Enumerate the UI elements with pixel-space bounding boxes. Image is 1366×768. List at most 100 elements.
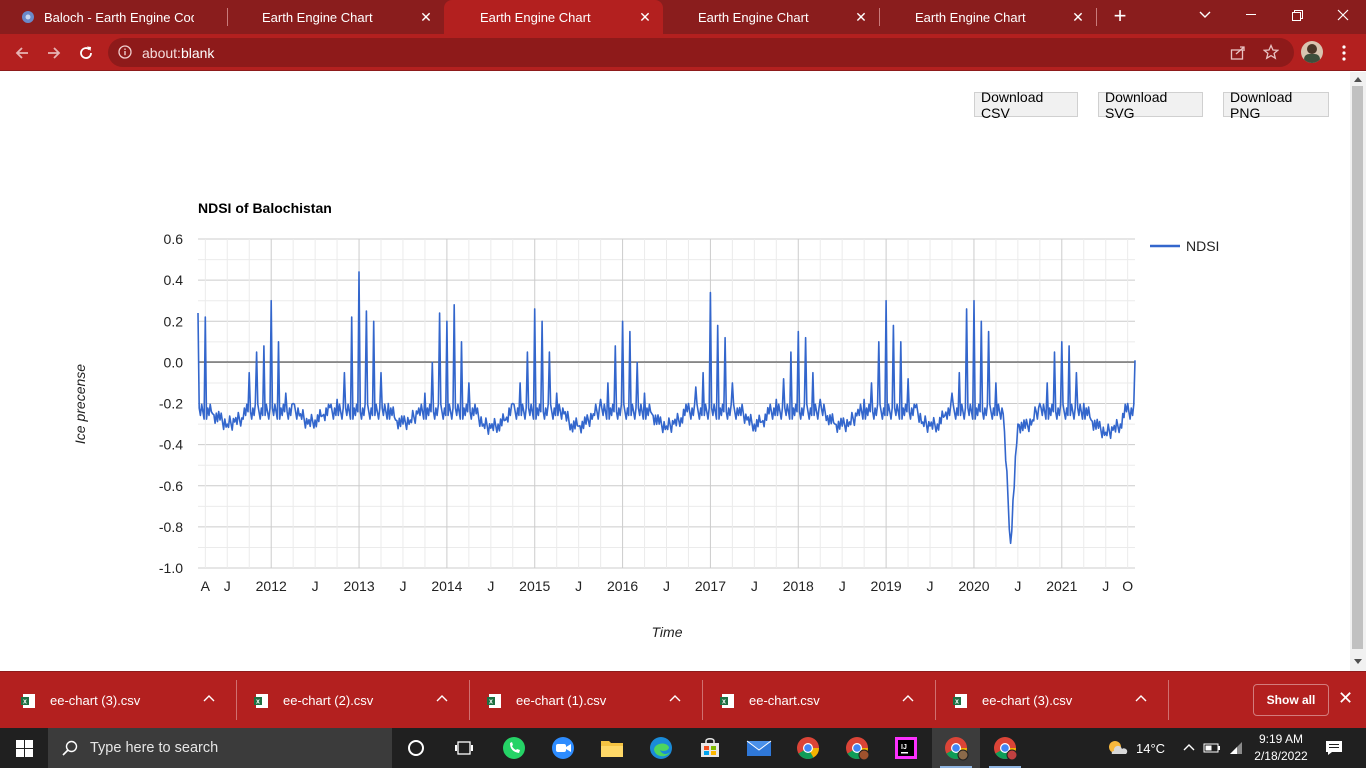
store-taskbar-icon[interactable] — [686, 728, 734, 768]
minimize-icon — [1246, 14, 1256, 15]
tab-title: Earth Engine Chart — [480, 9, 591, 25]
chrome-profile-taskbar-icon[interactable] — [833, 728, 881, 768]
avatar[interactable] — [1301, 41, 1323, 63]
start-button[interactable] — [0, 728, 48, 768]
taskbar-clock[interactable]: 9:19 AM 2/18/2022 — [1250, 731, 1312, 765]
close-window-button[interactable] — [1320, 0, 1366, 30]
download-filename: ee-chart (3).csv — [50, 693, 141, 708]
x-tick-label: 2020 — [958, 578, 989, 594]
x-tick-label: J — [751, 578, 758, 594]
y-tick-label: -0.2 — [159, 396, 183, 412]
menu-button[interactable] — [1334, 43, 1354, 63]
chevron-up-icon[interactable] — [203, 694, 215, 702]
download-item[interactable]: x ee-chart (3).csv — [0, 672, 233, 729]
excel-file-icon: x — [487, 693, 501, 708]
restore-button[interactable] — [1274, 0, 1320, 30]
file-explorer-taskbar-icon[interactable] — [588, 728, 636, 768]
battery-icon[interactable] — [1203, 740, 1221, 756]
close-tab-icon[interactable]: ✕ — [418, 9, 434, 25]
scroll-down-arrow-icon[interactable] — [1354, 659, 1362, 665]
y-tick-label: 0.6 — [164, 231, 184, 247]
x-tick-label: 2013 — [343, 578, 374, 594]
x-tick-label: 2015 — [519, 578, 550, 594]
chrome-taskbar-icon[interactable] — [784, 728, 832, 768]
download-item[interactable]: x ee-chart (2).csv — [233, 672, 466, 729]
whatsapp-taskbar-icon[interactable] — [490, 728, 538, 768]
bookmark-star-icon[interactable] — [1263, 44, 1279, 60]
arrow-right-icon — [48, 47, 61, 59]
scroll-up-arrow-icon[interactable] — [1354, 76, 1362, 82]
chrome-second-taskbar-icon[interactable] — [981, 728, 1029, 768]
chrome-profile-icon — [846, 737, 870, 761]
close-tab-icon[interactable]: ✕ — [1070, 9, 1086, 25]
chevron-up-icon[interactable] — [1135, 694, 1147, 702]
close-tab-icon[interactable]: ✕ — [637, 9, 653, 25]
mail-taskbar-icon[interactable] — [735, 728, 783, 768]
windows-logo-icon — [15, 739, 33, 757]
tab-search-button[interactable] — [1182, 0, 1228, 30]
cortana-button[interactable] — [392, 728, 440, 768]
taskbar-search-box[interactable]: Type here to search — [48, 728, 392, 768]
y-tick-label: -1.0 — [159, 560, 183, 576]
svg-text:x: x — [722, 698, 726, 705]
search-placeholder: Type here to search — [90, 740, 219, 756]
forward-button[interactable] — [41, 40, 67, 66]
url-host: blank — [180, 45, 215, 61]
tab-title: Earth Engine Chart — [262, 9, 373, 25]
y-tick-label: -0.6 — [159, 478, 183, 494]
url-scheme: about: — [142, 45, 181, 61]
cortana-circle-icon — [408, 740, 424, 756]
tab-3[interactable]: Earth Engine Chart ✕ — [663, 0, 879, 34]
chrome-icon — [797, 737, 819, 759]
chevron-up-icon[interactable] — [436, 694, 448, 702]
x-tick-label: J — [575, 578, 582, 594]
minimize-button[interactable] — [1228, 0, 1274, 30]
y-tick-label: 0.2 — [164, 313, 184, 329]
legend-label: NDSI — [1186, 238, 1219, 254]
tab-2[interactable]: Earth Engine Chart ✕ — [444, 0, 663, 34]
x-axis-ticks: A J 2012 J 2013 J 2014 J 2015 J 2016 J 2017 J 2018 J 201… — [201, 578, 1134, 594]
tab-4[interactable]: Earth Engine Chart ✕ — [880, 0, 1096, 34]
download-item[interactable]: x ee-chart (3).csv — [932, 672, 1165, 729]
close-shelf-icon[interactable]: ✕ — [1338, 688, 1353, 709]
more-vert-icon — [1342, 45, 1346, 61]
chrome-active-taskbar-icon[interactable] — [932, 728, 980, 768]
clock-date: 2/18/2022 — [1254, 749, 1308, 763]
notification-icon — [1326, 741, 1342, 755]
zoom-taskbar-icon[interactable] — [539, 728, 587, 768]
browser-toolbar: about:blank — [0, 34, 1366, 71]
notification-center-button[interactable] — [1310, 728, 1358, 768]
temperature-text: 14°C — [1136, 741, 1166, 756]
arrow-left-icon — [15, 47, 28, 59]
scrollbar-thumb[interactable] — [1352, 86, 1363, 649]
close-tab-icon[interactable]: ✕ — [853, 9, 869, 25]
share-icon[interactable] — [1230, 45, 1246, 61]
download-filename: ee-chart (1).csv — [516, 693, 607, 708]
task-view-button[interactable] — [440, 728, 488, 768]
download-item[interactable]: x ee-chart (1).csv — [466, 672, 699, 729]
edge-taskbar-icon[interactable] — [637, 728, 685, 768]
store-bag-icon — [701, 738, 719, 757]
weather-sun-icon[interactable] — [1106, 738, 1128, 758]
x-tick-label: 2014 — [431, 578, 462, 594]
whatsapp-icon — [503, 737, 525, 759]
x-tick-label: 2016 — [607, 578, 638, 594]
new-tab-button[interactable]: + — [1108, 5, 1132, 29]
chevron-up-icon[interactable] — [902, 694, 914, 702]
download-item[interactable]: x ee-chart.csv — [699, 672, 932, 729]
back-button[interactable] — [9, 40, 35, 66]
excel-file-icon: x — [953, 693, 967, 708]
address-bar[interactable]: about:blank — [108, 38, 1294, 67]
intellij-taskbar-icon[interactable]: IJ — [882, 728, 930, 768]
chevron-up-icon[interactable] — [669, 694, 681, 702]
close-icon — [1337, 9, 1349, 21]
tab-1[interactable]: Earth Engine Chart ✕ — [228, 0, 444, 34]
tab-title: Earth Engine Chart — [915, 9, 1026, 25]
wifi-icon[interactable] — [1228, 740, 1244, 756]
chevron-up-icon[interactable] — [1183, 743, 1195, 751]
show-all-button[interactable]: Show all — [1253, 684, 1329, 716]
svg-text:x: x — [955, 698, 959, 705]
info-icon[interactable] — [118, 45, 132, 59]
tab-0[interactable]: Baloch - Earth Engine Code E — [0, 0, 227, 34]
reload-button[interactable] — [73, 40, 99, 66]
